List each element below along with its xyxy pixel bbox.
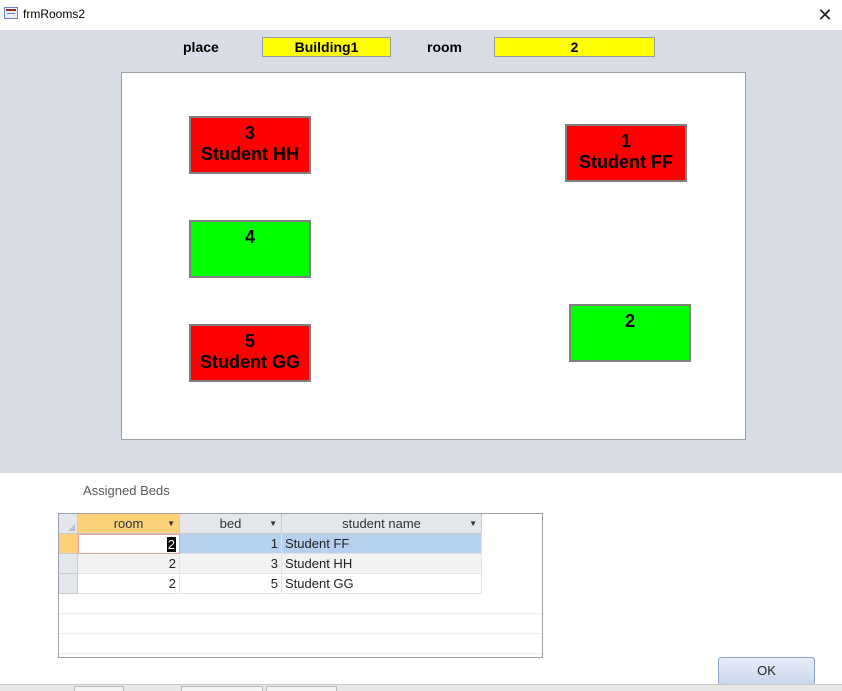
- cell-bed[interactable]: 1: [180, 534, 282, 554]
- row-selector[interactable]: [59, 554, 78, 574]
- bed-4[interactable]: 4: [189, 220, 311, 278]
- window-title: frmRooms2: [23, 7, 86, 21]
- bed-2[interactable]: 2: [569, 304, 691, 362]
- bed-5[interactable]: 5 Student GG: [189, 324, 311, 382]
- dropdown-arrow-icon[interactable]: ▼: [269, 514, 277, 533]
- assigned-beds-datasheet[interactable]: room ▼ bed ▼ student name ▼ 2 1 Student …: [58, 513, 543, 658]
- filter-indicator[interactable]: [181, 686, 263, 691]
- row-selector[interactable]: [59, 574, 78, 594]
- close-icon[interactable]: ✕: [814, 4, 836, 26]
- empty-row: [59, 634, 542, 654]
- room-label: room: [427, 39, 462, 55]
- column-header-bed[interactable]: bed ▼: [180, 514, 282, 534]
- cell-student-name[interactable]: Student FF: [282, 534, 482, 554]
- title-bar: frmRooms2 ✕: [0, 0, 842, 30]
- empty-row: [59, 594, 542, 614]
- cell-bed[interactable]: 3: [180, 554, 282, 574]
- bed-student: Student HH: [201, 144, 299, 164]
- room-field[interactable]: 2: [494, 37, 655, 57]
- cell-room[interactable]: 2: [78, 554, 180, 574]
- place-label: place: [183, 39, 219, 55]
- cell-student-name[interactable]: Student GG: [282, 574, 482, 594]
- room-floor-plan: 3 Student HH 1 Student FF 4 2 5 Student …: [121, 72, 746, 440]
- bed-number: 2: [624, 311, 635, 331]
- bed-number: 4: [244, 227, 255, 247]
- subform-label: Assigned Beds: [83, 483, 170, 498]
- bed-number: 1: [620, 131, 631, 151]
- search-box[interactable]: [266, 686, 337, 691]
- cell-room[interactable]: 2: [78, 534, 180, 554]
- bed-number: 5: [244, 331, 255, 351]
- select-all-corner[interactable]: [59, 514, 78, 534]
- bed-1[interactable]: 1 Student FF: [565, 124, 687, 182]
- bed-student: Student FF: [579, 152, 673, 172]
- dropdown-arrow-icon[interactable]: ▼: [469, 514, 477, 533]
- cell-student-name[interactable]: Student HH: [282, 554, 482, 574]
- dropdown-arrow-icon[interactable]: ▼: [167, 514, 175, 533]
- empty-row: [59, 614, 542, 634]
- row-selector[interactable]: [59, 534, 78, 554]
- column-header-room[interactable]: room ▼: [78, 514, 180, 534]
- ok-button[interactable]: OK: [718, 657, 815, 685]
- bed-3[interactable]: 3 Student HH: [189, 116, 311, 174]
- form-icon: [4, 7, 18, 19]
- place-field[interactable]: Building1: [262, 37, 391, 57]
- record-navigator[interactable]: [74, 686, 124, 691]
- bed-number: 3: [244, 123, 255, 143]
- cell-bed[interactable]: 5: [180, 574, 282, 594]
- column-header-student-name[interactable]: student name ▼: [282, 514, 482, 534]
- bed-student: Student GG: [200, 352, 300, 372]
- cell-room[interactable]: 2: [78, 574, 180, 594]
